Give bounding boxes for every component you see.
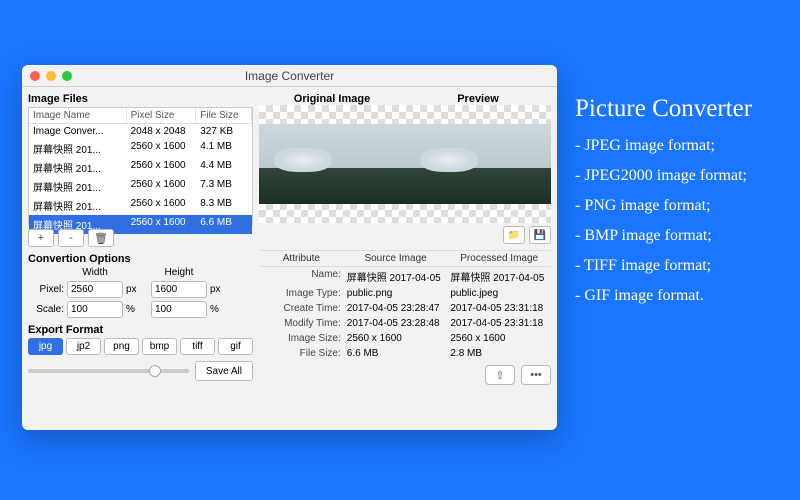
feature-item: - JPEG2000 image format; xyxy=(575,167,752,185)
file-table: Image Name Pixel Size File Size Image Co… xyxy=(28,107,253,225)
format-png[interactable]: png xyxy=(104,338,139,355)
format-jp2[interactable]: jp2 xyxy=(66,338,101,355)
marketing-title: Picture Converter xyxy=(575,95,752,123)
table-row[interactable]: 屏幕快照 201...2560 x 16004.1 MB xyxy=(29,139,252,158)
maximize-icon[interactable] xyxy=(62,71,72,81)
col-processed: Processed Image xyxy=(447,251,551,267)
folder-icon: 📁 xyxy=(508,230,520,241)
col-file-size[interactable]: File Size xyxy=(196,108,252,123)
col-image-name[interactable]: Image Name xyxy=(29,108,127,123)
export-format-label: Export Format xyxy=(28,324,253,336)
more-button[interactable]: ••• xyxy=(521,365,551,385)
trash-icon: 🗑 xyxy=(94,232,108,245)
height-px-input[interactable] xyxy=(151,281,207,298)
col-attribute: Attribute xyxy=(259,251,344,267)
share-icon: ⇧ xyxy=(495,369,504,382)
quality-slider[interactable] xyxy=(28,369,189,373)
add-button[interactable]: + xyxy=(28,229,54,247)
pixel-label: Pixel: xyxy=(28,284,64,295)
attr-row: Name:屏幕快照 2017-04-05 屏幕快照 2017-04-05 xyxy=(259,267,551,286)
attribute-table: Attribute Source Image Processed Image N… xyxy=(259,250,551,361)
more-icon: ••• xyxy=(530,369,542,381)
app-window: Image Converter Image Files Image Name P… xyxy=(22,65,557,430)
format-gif[interactable]: gif xyxy=(218,338,253,355)
trash-button[interactable]: 🗑 xyxy=(88,229,114,247)
preview-image xyxy=(405,105,551,223)
pct-unit: % xyxy=(210,304,232,315)
attr-row: Create Time:2017-04-05 23:28:472017-04-0… xyxy=(259,301,551,316)
share-button[interactable]: ⇧ xyxy=(485,365,515,385)
feature-item: - GIF image format. xyxy=(575,287,752,305)
scale-label: Scale: xyxy=(28,304,64,315)
table-row[interactable]: Image Conver...2048 x 2048327 KB xyxy=(29,124,252,139)
attr-row: File Size:6.6 MB2.8 MB xyxy=(259,346,551,361)
feature-item: - TIFF image format; xyxy=(575,257,752,275)
save-icon: 💾 xyxy=(534,230,546,241)
width-px-input[interactable] xyxy=(67,281,123,298)
px-unit: px xyxy=(126,284,148,295)
format-tiff[interactable]: tiff xyxy=(180,338,215,355)
save-image-button[interactable]: 💾 xyxy=(529,226,551,244)
remove-button[interactable]: - xyxy=(58,229,84,247)
conversion-options-label: Convertion Options xyxy=(28,253,253,265)
col-pixel-size[interactable]: Pixel Size xyxy=(127,108,197,123)
open-folder-button[interactable]: 📁 xyxy=(503,226,525,244)
width-header: Width xyxy=(67,267,123,278)
attr-row: Image Size:2560 x 16002560 x 1600 xyxy=(259,331,551,346)
col-source: Source Image xyxy=(344,251,448,267)
attr-row: Image Type:public.pngpublic.jpeg xyxy=(259,286,551,301)
image-files-label: Image Files xyxy=(28,93,253,105)
table-row[interactable]: 屏幕快照 201...2560 x 16008.3 MB xyxy=(29,196,252,215)
close-icon[interactable] xyxy=(30,71,40,81)
format-bmp[interactable]: bmp xyxy=(142,338,177,355)
window-title: Image Converter xyxy=(22,69,557,83)
table-row[interactable]: 屏幕快照 201...2560 x 16007.3 MB xyxy=(29,177,252,196)
pct-unit: % xyxy=(126,304,148,315)
format-jpg[interactable]: jpg xyxy=(28,338,63,355)
table-row[interactable]: 屏幕快照 201...2560 x 16004.4 MB xyxy=(29,158,252,177)
titlebar: Image Converter xyxy=(22,65,557,87)
feature-item: - BMP image format; xyxy=(575,227,752,245)
px-unit: px xyxy=(210,284,232,295)
width-pct-input[interactable] xyxy=(67,301,123,318)
marketing-panel: Picture Converter - JPEG image format; -… xyxy=(575,95,752,317)
preview-label: Preview xyxy=(405,93,551,105)
height-header: Height xyxy=(151,267,207,278)
original-image-label: Original Image xyxy=(259,93,405,105)
save-all-button[interactable]: Save All xyxy=(195,361,253,381)
feature-item: - JPEG image format; xyxy=(575,137,752,155)
image-preview-area xyxy=(259,105,551,223)
slider-thumb[interactable] xyxy=(149,365,161,377)
minimize-icon[interactable] xyxy=(46,71,56,81)
feature-item: - PNG image format; xyxy=(575,197,752,215)
height-pct-input[interactable] xyxy=(151,301,207,318)
attr-row: Modify Time:2017-04-05 23:28:482017-04-0… xyxy=(259,316,551,331)
original-image xyxy=(259,105,405,223)
